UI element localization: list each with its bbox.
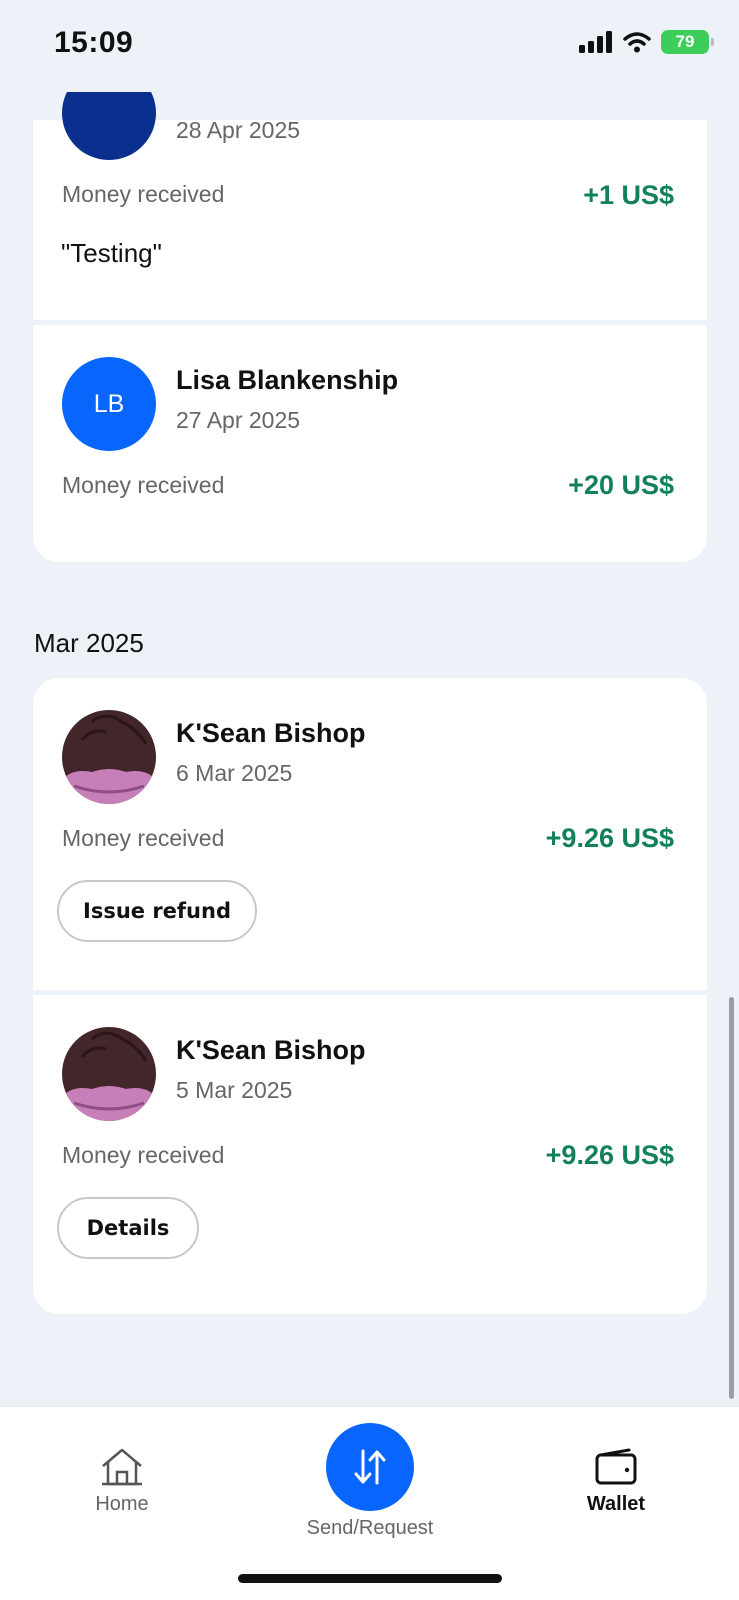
transaction-date: 5 Mar 2025 bbox=[176, 1077, 293, 1103]
transaction-amount: +1 US$ bbox=[583, 180, 674, 210]
details-button[interactable]: Details bbox=[57, 1197, 199, 1259]
battery-level: 79 bbox=[675, 32, 695, 51]
transaction-date: 28 Apr 2025 bbox=[176, 117, 301, 143]
nav-home-label: Home bbox=[95, 1493, 149, 1515]
home-indicator bbox=[238, 1574, 502, 1583]
wifi-icon bbox=[623, 32, 651, 53]
nav-home[interactable]: Home bbox=[82, 1447, 162, 1516]
transaction-amount: +9.26 US$ bbox=[545, 823, 674, 853]
transaction-type: Money received bbox=[62, 472, 225, 498]
divider bbox=[33, 990, 707, 995]
transaction-amount: +20 US$ bbox=[568, 470, 674, 500]
transaction-note: "Testing" bbox=[61, 238, 162, 268]
issue-refund-button[interactable]: Issue refund bbox=[57, 880, 257, 942]
transfer-arrows-icon bbox=[354, 1449, 386, 1485]
transaction-type: Money received bbox=[62, 181, 225, 207]
status-icons: 79 bbox=[579, 30, 714, 54]
nav-send-request[interactable]: Send/Request bbox=[290, 1423, 450, 1540]
avatar bbox=[62, 1027, 156, 1121]
status-time: 15:09 bbox=[54, 26, 134, 59]
battery-icon: 79 bbox=[661, 30, 714, 54]
transaction-name: K'Sean Bishop bbox=[176, 718, 366, 748]
transaction-type: Money received bbox=[62, 825, 225, 851]
avatar bbox=[62, 710, 156, 804]
cellular-signal-icon bbox=[579, 31, 612, 53]
avatar: LB bbox=[62, 357, 156, 451]
divider bbox=[33, 320, 707, 325]
nav-send-request-label: Send/Request bbox=[306, 1517, 434, 1539]
transaction-date: 27 Apr 2025 bbox=[176, 407, 301, 433]
transaction-name: Lisa Blankenship bbox=[176, 365, 399, 395]
transactions-card-march: K'Sean Bishop 6 Mar 2025 Money received … bbox=[33, 678, 707, 1314]
section-header-month: Mar 2025 bbox=[34, 628, 144, 658]
transaction-date: 6 Mar 2025 bbox=[176, 760, 293, 786]
battery-tip bbox=[711, 38, 714, 46]
scrollbar[interactable] bbox=[729, 997, 734, 1399]
status-bar: 15:09 79 bbox=[0, 0, 739, 92]
nav-wallet-label: Wallet bbox=[586, 1493, 646, 1515]
wallet-icon bbox=[595, 1448, 637, 1485]
send-request-button[interactable] bbox=[326, 1423, 414, 1511]
transaction-amount: +9.26 US$ bbox=[545, 1140, 674, 1170]
bottom-navigation: Home Send/Request Wallet bbox=[0, 1406, 739, 1600]
avatar-initials: LB bbox=[93, 389, 125, 418]
transaction-type: Money received bbox=[62, 1142, 225, 1168]
nav-wallet[interactable]: Wallet bbox=[576, 1447, 656, 1516]
transaction-name: K'Sean Bishop bbox=[176, 1035, 366, 1065]
transactions-card-april: 28 Apr 2025 Money received +1 US$ "Testi… bbox=[33, 66, 707, 562]
home-icon bbox=[102, 1448, 142, 1486]
